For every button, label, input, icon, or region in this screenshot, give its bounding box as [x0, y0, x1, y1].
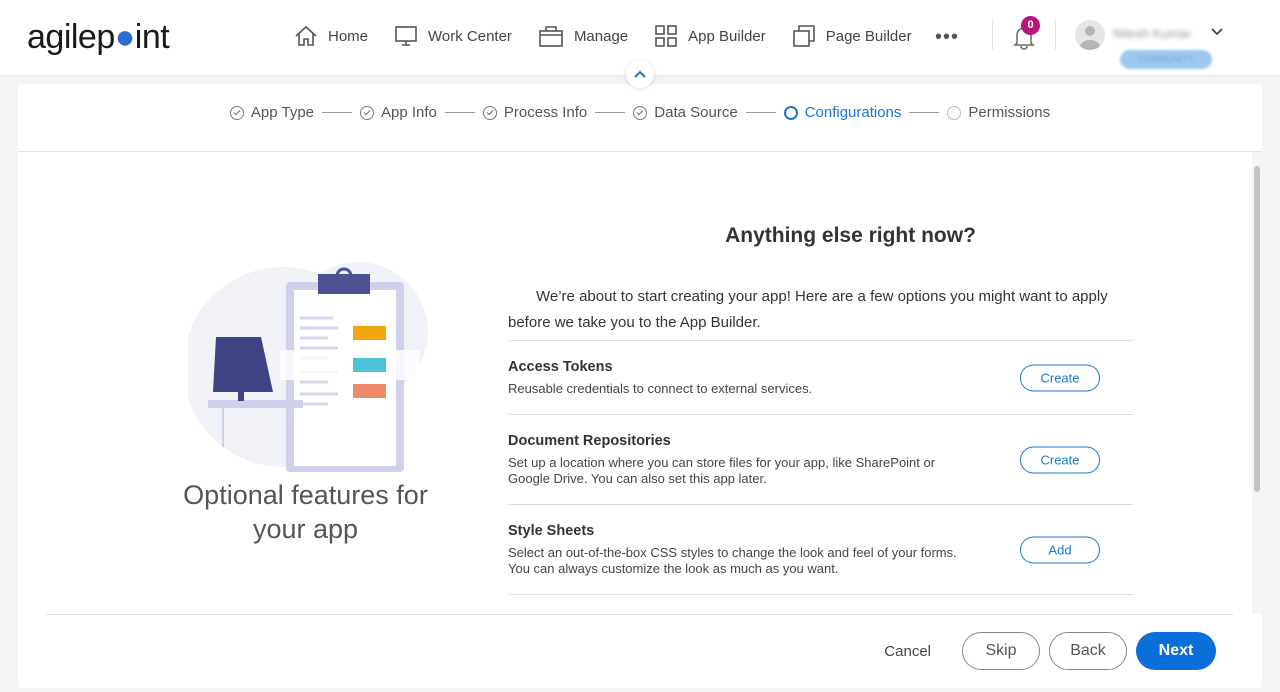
step-label: App Info — [381, 104, 437, 121]
divider — [992, 20, 993, 50]
briefcase-icon — [539, 26, 563, 47]
circle-icon — [947, 105, 962, 120]
agilepoint-logo[interactable]: agilep●int — [27, 18, 170, 57]
collapse-header-button[interactable] — [626, 60, 654, 88]
step-process-info[interactable]: Process Info — [482, 104, 588, 121]
nav-label: Manage — [573, 27, 629, 45]
wizard-card: App Type App Info Process Info Data Source C… — [18, 84, 1262, 688]
step-connector — [444, 112, 475, 113]
stepper: App Type App Info Process Info Data Source C… — [18, 104, 1262, 121]
option-style-sheets: Style Sheets Select an out-of-the-box CSS… — [508, 505, 1133, 595]
more-menu-icon[interactable]: ••• — [935, 26, 959, 49]
step-label: Process Info — [503, 104, 588, 121]
intro-text: We’re about to start creating your app! … — [508, 284, 1133, 341]
nav-home[interactable]: Home — [294, 24, 368, 48]
options-panel: Anything else right now? We’re about to … — [508, 224, 1133, 614]
cancel-button[interactable]: Cancel — [884, 643, 931, 660]
notification-badge: 0 — [1021, 16, 1040, 35]
page-title: Anything else right now? — [725, 224, 976, 247]
scrollbar[interactable] — [1252, 152, 1262, 614]
pages-icon — [792, 25, 815, 47]
step-permissions[interactable]: Permissions — [947, 104, 1050, 121]
step-label: Permissions — [968, 104, 1051, 121]
scrollbar-thumb[interactable] — [1254, 166, 1260, 492]
step-label: Data Source — [654, 104, 738, 121]
option-document-repositories: Document Repositories Set up a location w… — [508, 415, 1133, 505]
step-connector — [909, 112, 940, 113]
skip-button[interactable]: Skip — [962, 632, 1040, 670]
avatar[interactable] — [1075, 20, 1105, 50]
home-icon — [295, 25, 317, 46]
next-button[interactable]: Next — [1136, 632, 1216, 670]
monitor-icon — [395, 26, 417, 46]
check-circle-icon — [633, 105, 648, 120]
left-title: Optional features for your app — [183, 480, 428, 544]
nav-label: App Builder — [688, 27, 766, 45]
step-connector — [745, 112, 776, 113]
option-description: Set up a location where you can store fi… — [508, 455, 936, 486]
option-description: Select an out-of-the-box CSS styles to c… — [508, 545, 957, 576]
nav-label: Work Center — [428, 27, 512, 45]
nav-app-builder[interactable]: App Builder — [654, 24, 766, 48]
check-circle-icon — [482, 105, 497, 120]
nav-label: Home — [328, 27, 369, 45]
clipboard-illustration — [188, 262, 428, 472]
step-configurations[interactable]: Configurations — [783, 104, 902, 121]
add-button[interactable]: Add — [1020, 536, 1100, 563]
step-label: App Type — [250, 104, 315, 121]
create-button[interactable]: Create — [1020, 446, 1100, 473]
plan-badge: COMMUNITY — [1120, 50, 1212, 69]
main-nav: Home Work Center Manage App Builder Page… — [294, 24, 938, 48]
content-area: Optional features for your app Anything … — [18, 152, 1252, 614]
divider — [46, 614, 1233, 615]
step-connector — [595, 112, 626, 113]
step-app-info[interactable]: App Info — [360, 104, 437, 121]
step-label: Configurations — [804, 104, 902, 121]
option-description: Reusable credentials to connect to exter… — [508, 381, 813, 396]
nav-work-center[interactable]: Work Center — [394, 24, 512, 48]
step-connector — [322, 112, 353, 113]
chevron-up-icon — [634, 70, 646, 78]
circle-icon — [783, 105, 798, 120]
create-button[interactable]: Create — [1020, 364, 1100, 391]
back-button[interactable]: Back — [1049, 632, 1127, 670]
option-access-tokens: Access Tokens Reusable credentials to con… — [508, 341, 1133, 415]
nav-label: Page Builder — [825, 27, 912, 45]
option-groups-and-roles: Groups and RolesYou can create groups or… — [508, 595, 1133, 614]
nav-page-builder[interactable]: Page Builder — [792, 24, 912, 48]
check-circle-icon — [229, 105, 244, 120]
step-data-source[interactable]: Data Source — [633, 104, 738, 121]
step-app-type[interactable]: App Type — [229, 104, 315, 121]
divider — [1055, 20, 1056, 50]
nav-manage[interactable]: Manage — [538, 24, 628, 48]
grid-icon — [655, 25, 677, 47]
check-circle-icon — [360, 105, 375, 120]
footer-actions: Cancel Skip Back Next — [884, 632, 1216, 670]
chevron-down-icon[interactable] — [1210, 25, 1224, 39]
user-name[interactable]: Nilesh Kumar — [1113, 26, 1191, 41]
